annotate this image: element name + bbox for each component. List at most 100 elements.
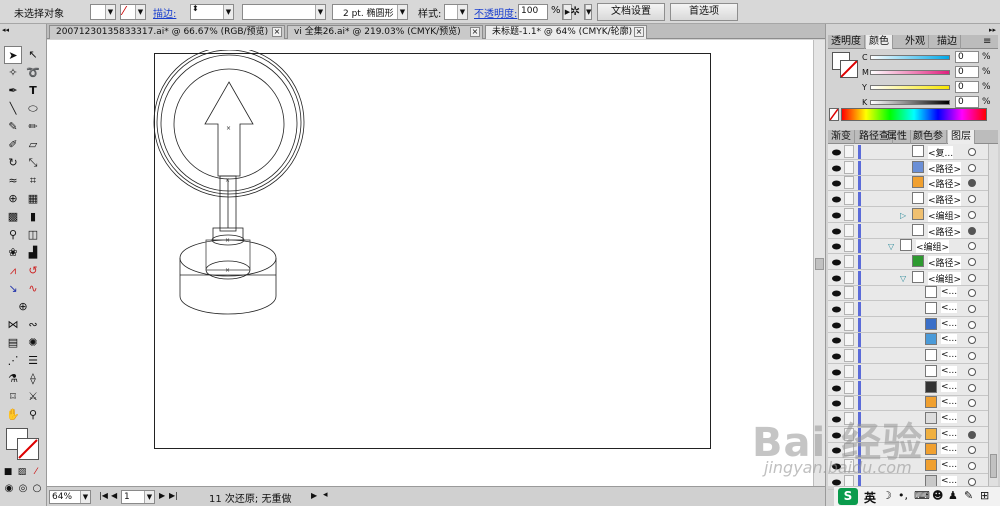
magic-wand-tool-icon[interactable]: ✧ bbox=[4, 64, 22, 82]
knife-tool-icon[interactable]: ⚔ bbox=[24, 388, 42, 406]
target-circle-icon[interactable] bbox=[968, 414, 976, 423]
layer-row[interactable]: <... bbox=[828, 301, 988, 317]
blob-brush-tool-icon[interactable]: ✐ bbox=[4, 136, 22, 154]
visibility-eye-icon[interactable] bbox=[832, 289, 841, 297]
doc-tab-3[interactable]: 未标题-1.1* @ 64% (CMYK/轮廓) × bbox=[485, 25, 647, 39]
lock-toggle[interactable] bbox=[844, 396, 854, 410]
hand-tool-icon[interactable]: ✋ bbox=[4, 406, 22, 424]
type-tool-icon[interactable]: T bbox=[24, 82, 42, 100]
visibility-eye-icon[interactable] bbox=[832, 305, 841, 313]
layer-row[interactable]: <复... bbox=[828, 144, 988, 160]
preferences-button[interactable]: 首选项 bbox=[670, 3, 738, 21]
last-artboard-icon[interactable]: ▶| bbox=[169, 491, 178, 500]
column-graph-tool-icon[interactable]: ⋰ bbox=[4, 352, 22, 370]
layer-name[interactable]: <编组> bbox=[916, 240, 950, 254]
variable-width-dropdown[interactable]: ▼ bbox=[242, 4, 326, 20]
document-setup-button[interactable]: 文档设置 bbox=[597, 3, 665, 21]
color-mode-icon[interactable]: ■ bbox=[2, 466, 14, 478]
target-circle-icon[interactable] bbox=[968, 446, 976, 455]
visibility-eye-icon[interactable] bbox=[832, 321, 841, 329]
draw-normal-icon[interactable]: ◉ bbox=[2, 482, 16, 496]
yellow-value-input[interactable]: 0 bbox=[955, 81, 979, 93]
visibility-eye-icon[interactable] bbox=[832, 368, 841, 376]
slider-yellow[interactable] bbox=[870, 85, 950, 90]
target-circle-icon[interactable] bbox=[968, 336, 976, 345]
direct-selection-tool-icon[interactable]: ↖ bbox=[24, 46, 42, 64]
layer-name[interactable]: <... bbox=[941, 365, 958, 376]
target-circle-icon[interactable] bbox=[968, 195, 976, 204]
layer-name[interactable]: <路径> bbox=[928, 177, 962, 191]
target-circle-icon[interactable] bbox=[968, 320, 976, 329]
layer-row[interactable]: <... bbox=[828, 317, 988, 333]
live-paint-selection-icon[interactable]: ↺ bbox=[24, 262, 42, 280]
visibility-eye-icon[interactable] bbox=[832, 211, 841, 219]
warp-tool-icon[interactable]: ≈ bbox=[4, 172, 22, 190]
layer-row[interactable]: <... bbox=[828, 348, 988, 365]
gradient-tool-icon[interactable]: ▮ bbox=[24, 208, 42, 226]
visibility-eye-icon[interactable] bbox=[832, 195, 841, 203]
draw-inside-icon[interactable]: ○ bbox=[30, 482, 44, 496]
black-value-input[interactable]: 0 bbox=[955, 96, 979, 108]
opacity-panel-link[interactable]: 不透明度: bbox=[474, 5, 517, 20]
artboard-tool-icon[interactable]: ⊕ bbox=[14, 298, 32, 316]
artboard-number-field[interactable]: 1 ▼ bbox=[121, 490, 155, 504]
measure-tool-icon[interactable]: ⟠ bbox=[24, 370, 42, 388]
layer-name[interactable]: <... bbox=[941, 444, 958, 455]
close-icon[interactable]: × bbox=[470, 27, 480, 37]
layer-name[interactable]: <... bbox=[941, 350, 958, 361]
layer-row[interactable]: <... bbox=[828, 395, 988, 412]
visibility-eye-icon[interactable] bbox=[832, 352, 841, 360]
target-circle-icon[interactable] bbox=[968, 383, 976, 392]
visibility-eye-icon[interactable] bbox=[832, 399, 841, 407]
visibility-eye-icon[interactable] bbox=[832, 227, 841, 234]
lock-toggle[interactable] bbox=[844, 333, 854, 347]
symbol-sprayer-tool-icon[interactable]: ❀ bbox=[4, 244, 22, 262]
ime-logo[interactable]: S bbox=[838, 488, 858, 505]
lock-toggle[interactable] bbox=[844, 364, 854, 378]
visibility-eye-icon[interactable] bbox=[832, 384, 841, 391]
layer-row[interactable]: <路径> bbox=[828, 160, 988, 176]
layer-row[interactable]: ▷ <编组> bbox=[828, 207, 988, 223]
wave-tool-icon[interactable]: ∾ bbox=[24, 316, 42, 334]
user-icon[interactable]: ☻ bbox=[932, 489, 943, 502]
mesh-tool-icon[interactable]: ▩ bbox=[4, 208, 22, 226]
scroll-thumb[interactable] bbox=[990, 454, 997, 478]
visibility-eye-icon[interactable] bbox=[832, 258, 841, 266]
eraser-tool-icon[interactable]: ▱ bbox=[24, 136, 42, 154]
layer-name[interactable]: <... bbox=[941, 334, 958, 345]
tab-color[interactable]: 颜色 bbox=[866, 35, 893, 49]
target-circle-icon[interactable] bbox=[968, 148, 976, 156]
free-transform-tool-icon[interactable]: ⌗ bbox=[24, 172, 42, 190]
stroke-color-dropdown[interactable]: ⁄ ▼ bbox=[120, 4, 146, 20]
target-circle-icon[interactable] bbox=[968, 367, 976, 376]
target-circle-icon[interactable] bbox=[968, 242, 976, 251]
keyboard-icon[interactable]: ⌨ bbox=[914, 489, 930, 502]
target-circle-icon[interactable] bbox=[968, 210, 976, 219]
slider-magenta[interactable] bbox=[870, 70, 950, 75]
tab-attributes[interactable]: 属性 bbox=[884, 130, 911, 144]
layer-row[interactable]: ▽ <编组> bbox=[828, 270, 988, 286]
layer-name[interactable]: <... bbox=[941, 397, 958, 408]
graph-tool-icon[interactable]: ▟ bbox=[24, 244, 42, 262]
visibility-eye-icon[interactable] bbox=[832, 336, 841, 344]
rotate-tool-icon[interactable]: ↻ bbox=[4, 154, 22, 172]
status-menu-arrow-icon[interactable]: ▶ bbox=[311, 491, 317, 500]
slider-cyan[interactable] bbox=[870, 55, 950, 60]
lock-toggle[interactable] bbox=[844, 145, 854, 158]
lock-toggle[interactable] bbox=[844, 286, 854, 300]
twist-tool-icon[interactable]: ✺ bbox=[24, 334, 42, 352]
lock-toggle[interactable] bbox=[844, 380, 854, 394]
list-tool-icon[interactable]: ☰ bbox=[24, 352, 42, 370]
layer-row[interactable]: <... bbox=[828, 332, 988, 349]
visibility-eye-icon[interactable] bbox=[832, 148, 841, 156]
slider-black[interactable] bbox=[870, 100, 950, 105]
line-tool-icon[interactable]: ╲ bbox=[4, 100, 22, 118]
envelope-tool-icon[interactable]: ⋈ bbox=[4, 316, 22, 334]
layer-row[interactable]: <... bbox=[828, 285, 988, 302]
scroll-thumb[interactable] bbox=[815, 258, 824, 270]
disclosure-triangle-icon[interactable]: ▷ bbox=[900, 211, 906, 220]
target-circle-icon[interactable] bbox=[968, 430, 976, 439]
layer-name[interactable]: <路径> bbox=[928, 255, 962, 269]
first-artboard-icon[interactable]: |◀ bbox=[99, 491, 108, 500]
layer-row[interactable]: <... bbox=[828, 364, 988, 380]
